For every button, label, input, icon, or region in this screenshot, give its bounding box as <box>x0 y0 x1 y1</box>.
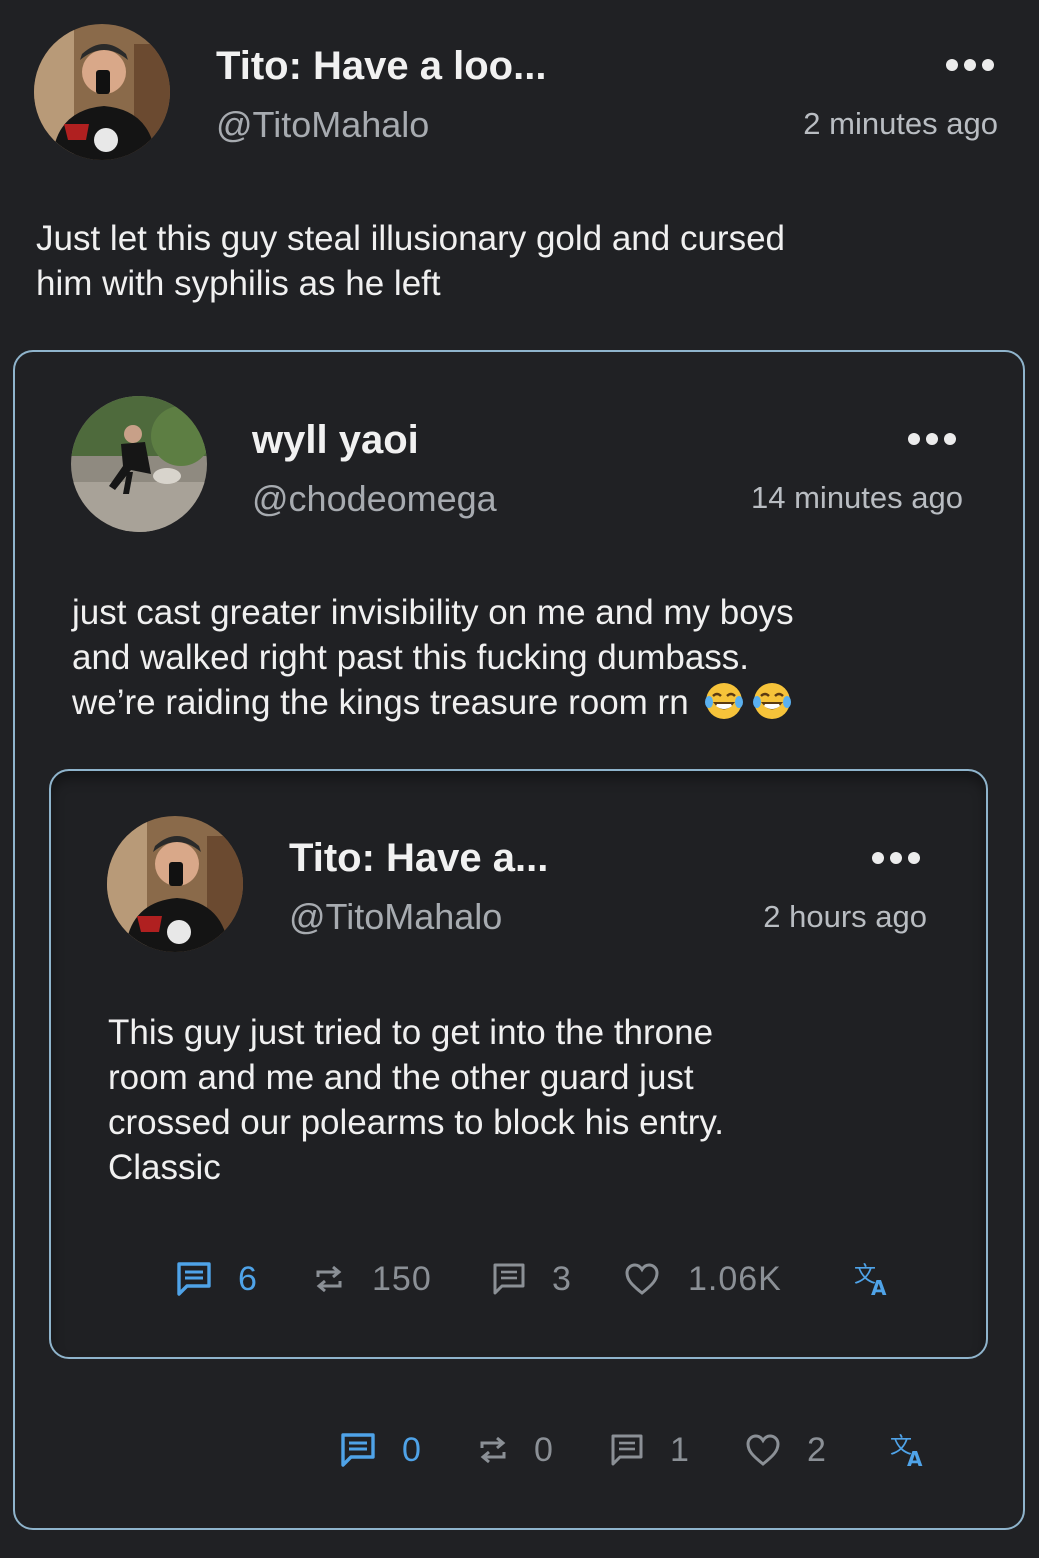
quote-button[interactable]: 3 <box>492 1257 572 1301</box>
comment-icon <box>177 1262 211 1296</box>
post-text-line: crossed our polearms to block his entry. <box>108 1103 725 1142</box>
post-text-line: Just let this guy steal illusionary gold… <box>36 219 786 258</box>
feed-page: Tito: Have a loo... @TitoMahalo 2 minute… <box>0 0 1039 1558</box>
boost-count: 0 <box>534 1430 554 1469</box>
post-text-segment: we’re raiding the kings treasure room rn <box>72 683 689 722</box>
avatar[interactable] <box>34 24 170 160</box>
translate-icon: 文 A <box>890 1434 923 1469</box>
more-options-icon[interactable] <box>946 58 994 72</box>
quote-button[interactable]: 1 <box>610 1428 690 1472</box>
quote-icon <box>493 1263 525 1295</box>
post-text-line: we’re raiding the kings treasure room rn <box>72 680 794 725</box>
author-handle[interactable]: @chodeomega <box>252 478 497 520</box>
comment-button[interactable]: 6 <box>176 1257 258 1301</box>
heart-icon <box>746 1434 780 1466</box>
avatar[interactable] <box>107 816 243 952</box>
comment-count: 6 <box>238 1259 258 1298</box>
svg-text:A: A <box>907 1447 923 1469</box>
author-handle[interactable]: @TitoMahalo <box>289 896 502 938</box>
author-name[interactable]: Tito: Have a loo... <box>216 44 546 89</box>
post-text-line: room and me and the other guard just <box>108 1058 694 1097</box>
boost-icon <box>316 1265 342 1293</box>
translate-button[interactable]: 文 A <box>854 1257 892 1301</box>
post-text-line: and walked right past this fucking dumba… <box>72 638 750 677</box>
tears-of-joy-emoji-icon <box>752 681 792 721</box>
comment-button[interactable]: 0 <box>340 1428 422 1472</box>
like-count: 1.06K <box>688 1259 782 1298</box>
author-handle[interactable]: @TitoMahalo <box>216 104 429 146</box>
author-name[interactable]: wyll yaoi <box>252 418 419 463</box>
more-options-icon[interactable] <box>908 432 956 446</box>
post-text-line: him with syphilis as he left <box>36 264 441 303</box>
avatar[interactable] <box>71 396 207 532</box>
svg-text:A: A <box>871 1276 887 1298</box>
quote-count: 3 <box>552 1259 572 1298</box>
more-options-icon[interactable] <box>872 851 920 865</box>
post-timestamp: 14 minutes ago <box>751 480 963 515</box>
quote-count: 1 <box>670 1430 690 1469</box>
translate-icon: 文 A <box>854 1263 887 1298</box>
like-count: 2 <box>807 1430 827 1469</box>
post-text-line: Classic <box>108 1148 221 1187</box>
post-text-line: This guy just tried to get into the thro… <box>108 1013 714 1052</box>
post-actions: 0 0 1 2 文 A <box>340 1428 940 1472</box>
tears-of-joy-emoji-icon <box>704 681 744 721</box>
post-text: This guy just tried to get into the thro… <box>108 1010 724 1190</box>
comment-icon <box>341 1433 375 1467</box>
nested-post-actions: 6 150 3 1.06K 文 A <box>176 1257 916 1301</box>
post-text: Just let this guy steal illusionary gold… <box>36 216 785 306</box>
boost-button[interactable]: 0 <box>478 1428 554 1472</box>
post-text: just cast greater invisibility on me and… <box>72 590 794 725</box>
quote-icon <box>611 1434 643 1466</box>
post-text-line: just cast greater invisibility on me and… <box>72 593 794 632</box>
boost-icon <box>480 1436 506 1464</box>
post-timestamp: 2 hours ago <box>763 899 927 934</box>
like-button[interactable]: 1.06K <box>624 1257 782 1301</box>
post-timestamp: 2 minutes ago <box>803 106 998 141</box>
translate-button[interactable]: 文 A <box>890 1428 928 1472</box>
comment-count: 0 <box>402 1430 422 1469</box>
boost-count: 150 <box>372 1259 432 1298</box>
author-name[interactable]: Tito: Have a... <box>289 836 548 881</box>
heart-icon <box>625 1263 659 1295</box>
like-button[interactable]: 2 <box>745 1428 827 1472</box>
boost-button[interactable]: 150 <box>314 1257 432 1301</box>
